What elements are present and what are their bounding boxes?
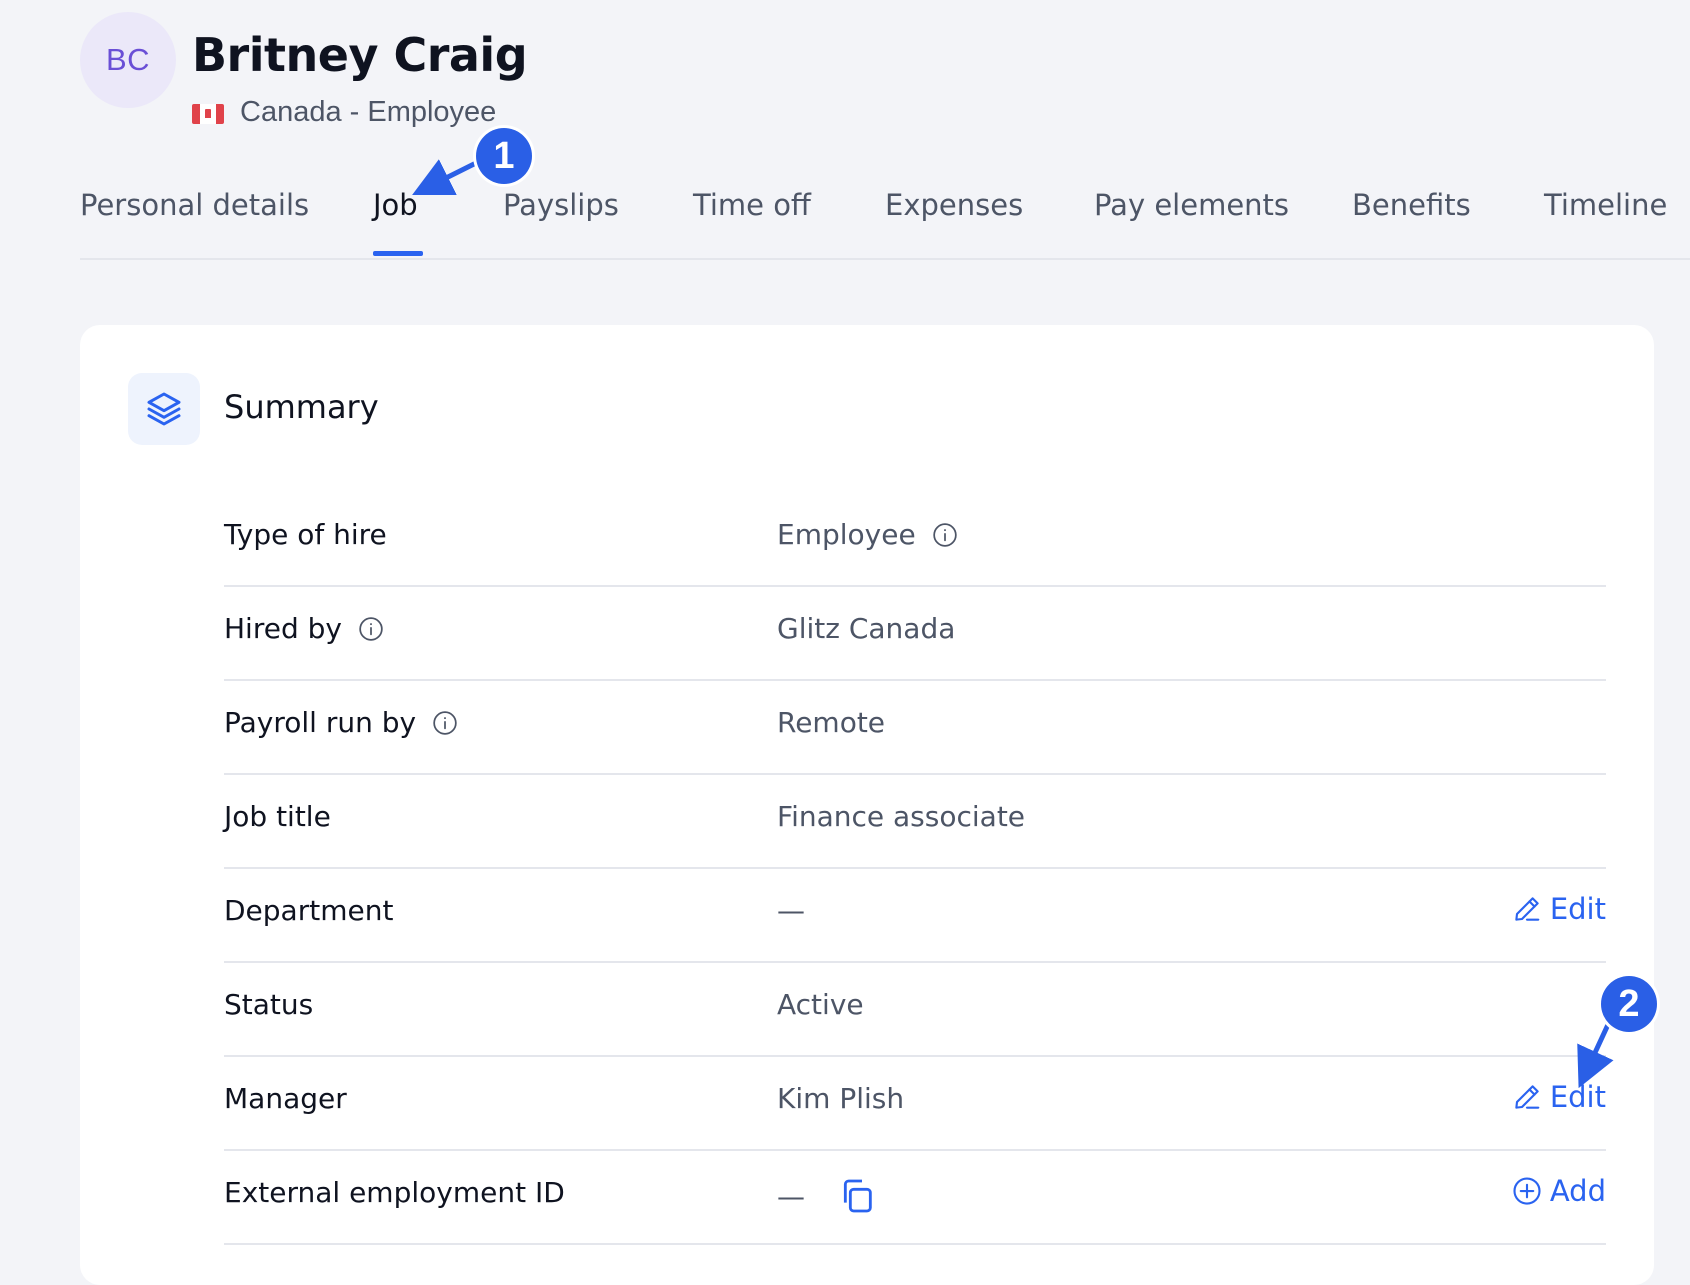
tab-time-off[interactable]: Time off (693, 188, 811, 222)
avatar-initials: BC (105, 42, 151, 77)
row-value: Employee (777, 518, 958, 551)
row-value: Glitz Canada (777, 612, 956, 645)
tab-pay-elements[interactable]: Pay elements (1094, 188, 1289, 222)
plus-circle-icon (1513, 1177, 1541, 1205)
row-value: Active (777, 988, 864, 1021)
row-value: — (777, 1176, 877, 1216)
row-label: External employment ID (224, 1176, 565, 1209)
summary-row-type-of-hire: Type of hire Employee (224, 492, 1606, 587)
summary-row-external-employment-id: External employment ID — Add (224, 1150, 1606, 1245)
edit-manager-button[interactable]: Edit (1512, 1080, 1606, 1114)
pencil-icon (1515, 1085, 1540, 1109)
tab-payslips[interactable]: Payslips (503, 188, 619, 222)
info-icon[interactable] (932, 522, 958, 548)
summary-row-hired-by: Hired by Glitz Canada (224, 586, 1606, 681)
active-tab-indicator (373, 251, 423, 256)
info-icon[interactable] (358, 616, 384, 642)
info-icon[interactable] (432, 710, 458, 736)
tab-benefits[interactable]: Benefits (1352, 188, 1471, 222)
add-external-id-button[interactable]: Add (1512, 1174, 1606, 1208)
tab-timeline[interactable]: Timeline (1544, 188, 1667, 222)
avatar: BC (80, 12, 176, 108)
summary-row-status: Status Active (224, 962, 1606, 1057)
edit-department-button[interactable]: Edit (1512, 892, 1606, 926)
annotation-badge-2: 2 (1601, 976, 1657, 1032)
summary-title: Summary (224, 388, 379, 426)
row-label: Job title (224, 800, 331, 833)
pencil-icon (1515, 897, 1540, 921)
summary-row-payroll-run-by: Payroll run by Remote (224, 680, 1606, 775)
row-value: — (777, 894, 805, 927)
row-label: Payroll run by (224, 706, 458, 739)
row-label: Department (224, 894, 394, 927)
row-label: Type of hire (224, 518, 387, 551)
row-label: Manager (224, 1082, 347, 1115)
tab-job[interactable]: Job (373, 188, 418, 222)
copy-icon[interactable] (837, 1176, 877, 1216)
summary-row-manager: Manager Kim Plish Edit (224, 1056, 1606, 1151)
canada-flag-icon (192, 104, 224, 124)
employee-name: Britney Craig (192, 28, 528, 82)
row-value: Kim Plish (777, 1082, 905, 1115)
summary-row-department: Department — Edit (224, 868, 1606, 963)
summary-row-job-title: Job title Finance associate (224, 774, 1606, 869)
row-label: Hired by (224, 612, 384, 645)
tab-bar: Personal details Job Payslips Time off E… (80, 168, 1690, 260)
row-label: Status (224, 988, 314, 1021)
row-value: Finance associate (777, 800, 1026, 833)
row-value: Remote (777, 706, 886, 739)
tab-personal-details[interactable]: Personal details (80, 188, 309, 222)
annotation-badge-1: 1 (476, 128, 532, 184)
summary-card: Summary Type of hire Employee Hired by G… (80, 325, 1654, 1285)
employee-subtitle: Canada - Employee (240, 96, 497, 128)
layers-icon (128, 373, 200, 445)
tab-expenses[interactable]: Expenses (885, 188, 1023, 222)
